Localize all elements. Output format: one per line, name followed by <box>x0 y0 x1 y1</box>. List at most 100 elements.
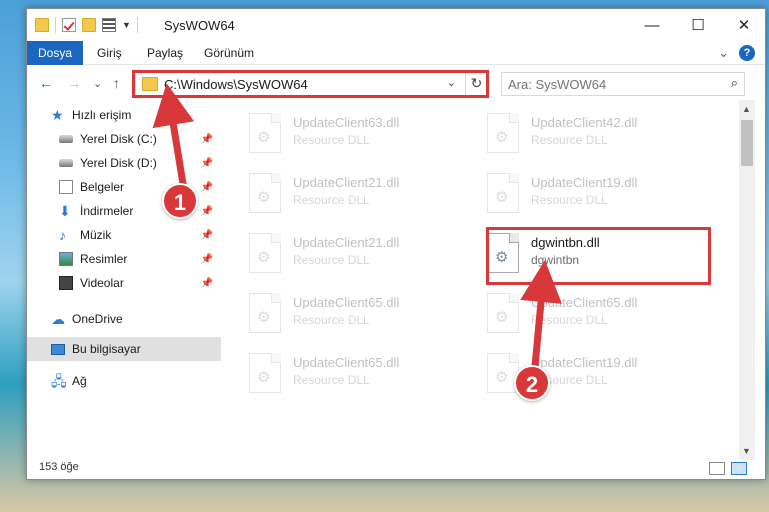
file-type: Resource DLL <box>531 193 608 207</box>
details-view-icon[interactable] <box>709 462 725 475</box>
gear-icon: ⚙ <box>495 189 509 206</box>
pin-icon[interactable]: 📌 <box>201 182 213 193</box>
sidebar-item-onedrive[interactable]: ☁ OneDrive <box>27 307 221 331</box>
pin-icon[interactable]: 📌 <box>201 230 213 241</box>
gear-icon: ⚙ <box>495 309 509 326</box>
pin-icon[interactable]: 📌 <box>201 278 213 289</box>
tab-gorunum[interactable]: Görünüm <box>192 41 266 65</box>
toolbar-divider <box>136 17 138 33</box>
dll-file-icon: ⚙ <box>487 113 519 153</box>
sidebar-item-label: Resimler <box>80 252 128 266</box>
dll-file-icon: ⚙ <box>249 173 281 213</box>
network-icon: 🖧 <box>51 373 67 389</box>
minimize-button[interactable]: — <box>629 9 675 41</box>
recent-locations-button[interactable]: ⌄ <box>93 77 102 90</box>
file-name: UpdateClient65.dll <box>531 295 638 310</box>
file-name: UpdateClient21.dll <box>293 235 400 250</box>
pin-icon[interactable]: 📌 <box>201 254 213 265</box>
scrollbar-thumb[interactable] <box>741 120 753 166</box>
list-item[interactable]: ⚙ UpdateClient65.dll Resource DLL <box>241 349 471 399</box>
collapse-ribbon-icon[interactable]: ⌄ <box>718 45 729 61</box>
close-button[interactable]: ✕ <box>721 9 767 41</box>
toolbar-divider <box>55 17 56 33</box>
sidebar-item-local-disk-c[interactable]: Yerel Disk (C:) 📌 <box>27 127 221 151</box>
sidebar-item-quick-access[interactable]: ★ Hızlı erişim <box>27 103 221 127</box>
file-type: Resource DLL <box>531 133 608 147</box>
sidebar-item-label: Yerel Disk (D:) <box>80 156 157 170</box>
file-type: Resource DLL <box>293 313 370 327</box>
file-type: Resource DLL <box>293 253 370 267</box>
dll-file-icon: ⚙ <box>487 173 519 213</box>
back-button[interactable]: ← <box>39 75 53 91</box>
sidebar-item-label: OneDrive <box>72 312 123 326</box>
pin-icon[interactable]: 📌 <box>201 134 213 145</box>
sidebar-item-label: Hızlı erişim <box>72 108 132 122</box>
pin-icon[interactable]: 📌 <box>201 206 213 217</box>
customize-qat-icon[interactable] <box>102 18 116 32</box>
gear-icon: ⚙ <box>495 369 509 386</box>
sidebar-item-label: Bu bilgisayar <box>72 342 141 356</box>
tiles-view-icon[interactable] <box>731 462 747 475</box>
properties-check-icon[interactable] <box>62 18 76 32</box>
file-type: Resource DLL <box>293 373 370 387</box>
forward-button[interactable]: → <box>67 75 81 91</box>
file-name: UpdateClient65.dll <box>293 355 400 370</box>
navigation-bar: ← → ⌄ ↑ C:\Windows\SysWOW64 ⌄ ↻ ⌕ <box>27 66 765 100</box>
tab-giris[interactable]: Giriş <box>85 41 134 65</box>
up-button[interactable]: ↑ <box>113 75 120 91</box>
file-name: UpdateClient65.dll <box>293 295 400 310</box>
gear-icon: ⚙ <box>257 189 271 206</box>
status-bar: 153 öğe <box>27 459 765 479</box>
explorer-window: ▼ SysWOW64 — ☐ ✕ Dosya Giriş Paylaş Görü… <box>26 8 766 480</box>
list-item[interactable]: ⚙ UpdateClient42.dll Resource DLL <box>479 109 709 159</box>
download-icon: ⬇ <box>59 203 71 219</box>
pin-icon[interactable]: 📌 <box>201 158 213 169</box>
vertical-scrollbar[interactable]: ▲ ▼ <box>739 100 755 460</box>
list-item[interactable]: ⚙ UpdateClient21.dll Resource DLL <box>241 229 471 279</box>
list-item[interactable]: ⚙ UpdateClient21.dll Resource DLL <box>241 169 471 219</box>
star-icon: ★ <box>51 107 64 123</box>
gear-icon: ⚙ <box>257 309 271 326</box>
gear-icon: ⚙ <box>257 249 271 266</box>
file-type: Resource DLL <box>531 313 608 327</box>
item-count: 153 öğe <box>39 461 79 473</box>
gear-icon: ⚙ <box>495 129 509 146</box>
sidebar-item-label: Videolar <box>80 276 124 290</box>
file-type: Resource DLL <box>293 133 370 147</box>
search-input[interactable] <box>508 76 708 92</box>
file-highlight-box <box>486 227 711 285</box>
qat-dropdown-icon[interactable]: ▼ <box>122 20 131 30</box>
help-icon[interactable]: ? <box>739 45 755 61</box>
search-icon[interactable]: ⌕ <box>731 75 738 91</box>
sidebar-item-local-disk-d[interactable]: Yerel Disk (D:) 📌 <box>27 151 221 175</box>
file-type: Resource DLL <box>293 193 370 207</box>
scroll-up-icon[interactable]: ▲ <box>742 104 751 114</box>
list-item[interactable]: ⚙ UpdateClient65.dll Resource DLL <box>479 289 709 339</box>
file-name: UpdateClient63.dll <box>293 115 400 130</box>
sidebar-item-videos[interactable]: Videolar 📌 <box>27 271 221 295</box>
gear-icon: ⚙ <box>257 129 271 146</box>
tab-paylas[interactable]: Paylaş <box>135 41 195 65</box>
list-item[interactable]: ⚙ UpdateClient63.dll Resource DLL <box>241 109 471 159</box>
scroll-down-icon[interactable]: ▼ <box>742 446 751 456</box>
dll-file-icon: ⚙ <box>249 113 281 153</box>
dll-file-icon: ⚙ <box>249 233 281 273</box>
list-item[interactable]: ⚙ UpdateClient65.dll Resource DLL <box>241 289 471 339</box>
tab-dosya[interactable]: Dosya <box>27 41 83 65</box>
list-item[interactable]: ⚙ UpdateClient19.dll Resource DLL <box>479 169 709 219</box>
dll-file-icon: ⚙ <box>487 293 519 333</box>
new-folder-icon[interactable] <box>82 18 96 32</box>
maximize-button[interactable]: ☐ <box>675 9 721 41</box>
sidebar-item-network[interactable]: 🖧 Ağ <box>27 369 221 393</box>
sidebar-item-music[interactable]: ♪ Müzik 📌 <box>27 223 221 247</box>
search-box[interactable]: ⌕ <box>501 72 745 96</box>
sidebar-item-pictures[interactable]: Resimler 📌 <box>27 247 221 271</box>
cloud-icon: ☁ <box>51 311 65 327</box>
list-item[interactable]: ⚙ UpdateClient19.dll Resource DLL <box>479 349 709 399</box>
window-title: SysWOW64 <box>164 18 235 33</box>
ribbon-right-controls: ⌄ ? <box>718 45 755 61</box>
music-icon: ♪ <box>59 227 66 243</box>
dll-file-icon: ⚙ <box>249 293 281 333</box>
title-bar: ▼ SysWOW64 — ☐ ✕ <box>27 9 765 41</box>
sidebar-item-this-pc[interactable]: Bu bilgisayar <box>27 337 221 361</box>
